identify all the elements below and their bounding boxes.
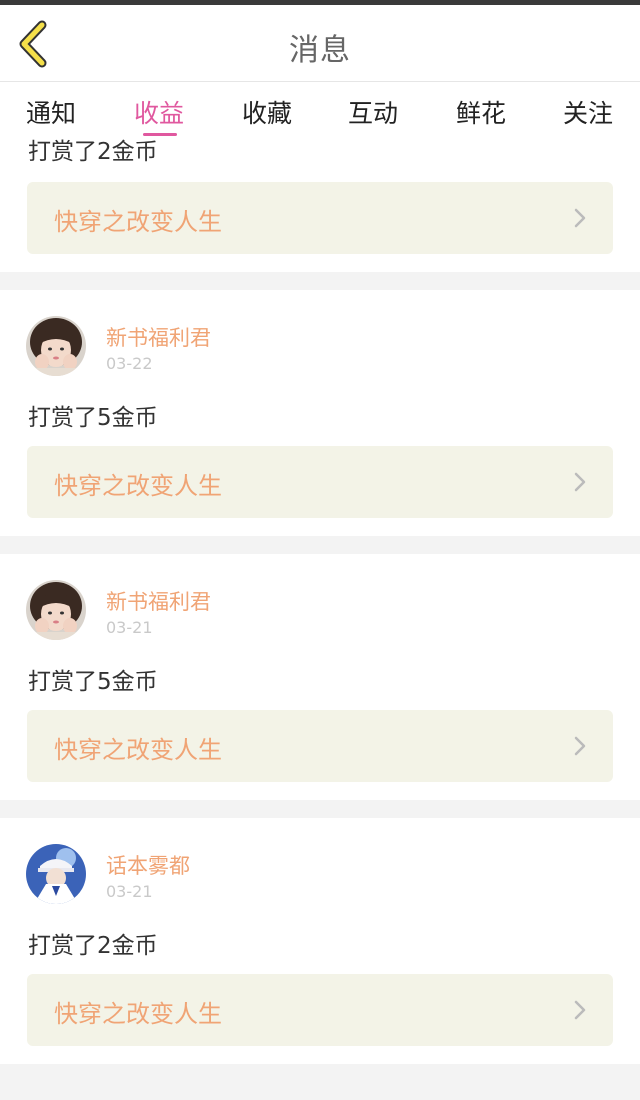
book-link[interactable]: 快穿之改变人生 — [27, 974, 613, 1046]
book-link[interactable]: 快穿之改变人生 — [27, 182, 613, 254]
timestamp: 03-22 — [106, 354, 153, 373]
page-title: 消息 — [289, 33, 351, 68]
tab-following[interactable]: 关注 — [563, 94, 613, 130]
tab-favorites[interactable]: 收藏 — [242, 94, 292, 130]
message-list[interactable]: 打赏了2金币 快穿之改变人生 新书福利君 03-22 打赏了5金币 快穿之改变人… — [0, 136, 640, 1100]
book-title: 快穿之改变人生 — [54, 472, 222, 500]
anime-avatar-icon — [26, 844, 86, 904]
avatar[interactable] — [26, 844, 86, 904]
chevron-right-icon — [574, 1000, 586, 1020]
username[interactable]: 新书福利君 — [106, 322, 211, 352]
tab-flowers[interactable]: 鲜花 — [456, 94, 506, 130]
book-title: 快穿之改变人生 — [54, 736, 222, 764]
avatar[interactable] — [26, 580, 86, 640]
list-item: 打赏了2金币 快穿之改变人生 — [0, 136, 640, 272]
avatar[interactable] — [26, 316, 86, 376]
list-item: 新书福利君 03-22 打赏了5金币 快穿之改变人生 — [0, 290, 640, 536]
tab-notice[interactable]: 通知 — [26, 94, 76, 130]
book-link[interactable]: 快穿之改变人生 — [27, 710, 613, 782]
reward-message: 打赏了2金币 — [28, 139, 158, 165]
book-title: 快穿之改变人生 — [54, 1000, 222, 1028]
list-item: 新书福利君 03-21 打赏了5金币 快穿之改变人生 — [0, 554, 640, 800]
chevron-right-icon — [574, 472, 586, 492]
chevron-right-icon — [574, 208, 586, 228]
chevron-right-icon — [574, 736, 586, 756]
username[interactable]: 话本雾都 — [106, 850, 190, 880]
girl-avatar-icon — [26, 580, 86, 640]
tab-bar: 通知 收益 收藏 互动 鲜花 关注 — [0, 82, 640, 136]
tab-interaction[interactable]: 互动 — [348, 94, 398, 130]
header-bar: 消息 — [0, 5, 640, 82]
reward-message: 打赏了2金币 — [28, 933, 158, 959]
timestamp: 03-21 — [106, 882, 153, 901]
username[interactable]: 新书福利君 — [106, 586, 211, 616]
girl-avatar-icon — [26, 316, 86, 376]
reward-message: 打赏了5金币 — [28, 405, 158, 431]
tab-earnings[interactable]: 收益 — [134, 94, 184, 130]
book-title: 快穿之改变人生 — [54, 208, 222, 236]
book-link[interactable]: 快穿之改变人生 — [27, 446, 613, 518]
timestamp: 03-21 — [106, 618, 153, 637]
list-item: 话本雾都 03-21 打赏了2金币 快穿之改变人生 — [0, 818, 640, 1064]
reward-message: 打赏了5金币 — [28, 669, 158, 695]
